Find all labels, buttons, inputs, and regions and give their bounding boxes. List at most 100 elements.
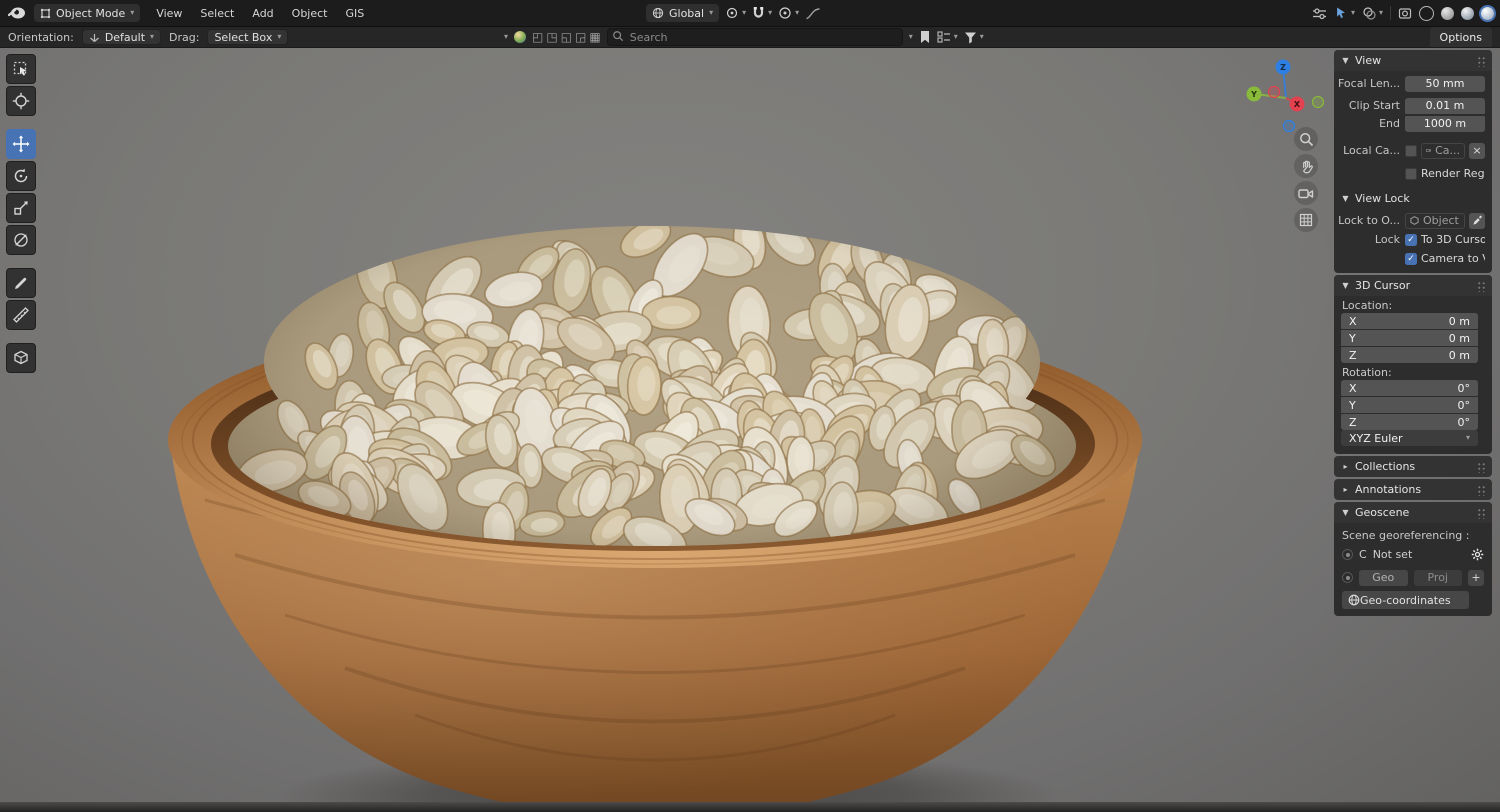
gear-icon[interactable] xyxy=(1471,548,1484,561)
local-camera-checkbox[interactable] xyxy=(1405,144,1417,157)
snap-magnet-toggle[interactable]: ▾ xyxy=(752,6,772,20)
menu-select[interactable]: Select xyxy=(192,4,242,23)
chevron-down-icon: ▾ xyxy=(768,8,773,17)
axis-negz-handle[interactable] xyxy=(1282,119,1296,133)
tool-cursor[interactable] xyxy=(6,86,36,116)
panel-view-lock-header[interactable]: ▼ View Lock xyxy=(1334,188,1492,208)
cursor-rotation-y-field[interactable]: Y 0° xyxy=(1341,397,1478,413)
axis-y-label: Y xyxy=(1250,90,1257,99)
chevron-down-icon: ▾ xyxy=(979,32,984,41)
axis-negy-handle[interactable] xyxy=(1311,95,1325,109)
proj-button[interactable]: Proj xyxy=(1413,569,1462,586)
show-gizmo-toggle[interactable]: ▾ xyxy=(1334,6,1355,20)
clip-end-field[interactable]: 1000 m xyxy=(1405,115,1485,132)
panel-collections-header[interactable]: ▸ Collections xyxy=(1334,456,1492,477)
viewport-mode-icons[interactable]: ◰ ◳ ◱ ◲ ▦ xyxy=(532,30,601,44)
eyedropper-icon[interactable] xyxy=(1469,212,1485,229)
display-options-dropdown[interactable]: ▾ xyxy=(937,31,958,43)
cursor-location-z-field[interactable]: Z 0 m xyxy=(1341,347,1478,363)
drag-handle-icon[interactable] xyxy=(1476,483,1485,496)
list-icon xyxy=(937,31,950,43)
pan-button[interactable] xyxy=(1294,154,1318,178)
proportional-editing-toggle[interactable]: ▾ xyxy=(778,6,799,20)
focal-length-field[interactable]: 50 mm xyxy=(1405,75,1485,92)
radio-icon[interactable] xyxy=(1342,572,1353,583)
local-camera-value: Ca... xyxy=(1435,144,1460,157)
mode-icon[interactable]: ▦ xyxy=(589,30,600,44)
geo-coordinates-button[interactable]: Geo-coordinates xyxy=(1342,591,1469,609)
geo-button[interactable]: Geo xyxy=(1359,569,1408,586)
transform-orientation-dropdown[interactable]: Global ▾ xyxy=(646,4,720,22)
shading-wireframe-button[interactable] xyxy=(1419,5,1434,21)
panel-annotations-header[interactable]: ▸ Annotations xyxy=(1334,479,1492,500)
mode-icon[interactable]: ◰ xyxy=(532,30,543,44)
navigation-gizmo[interactable]: Z Y X xyxy=(1240,56,1332,140)
chevron-down-icon[interactable]: ▾ xyxy=(504,33,508,41)
mode-dropdown[interactable]: Object Mode ▾ xyxy=(34,4,141,22)
drag-handle-icon[interactable] xyxy=(1476,279,1485,292)
camera-to-view-checkbox[interactable]: ✓ xyxy=(1405,252,1417,265)
blender-logo[interactable] xyxy=(8,6,26,20)
filter-dropdown[interactable]: ▾ xyxy=(964,31,984,44)
mode-icon[interactable]: ◲ xyxy=(575,30,586,44)
cursor-rotation-x-field[interactable]: X 0° xyxy=(1341,380,1478,396)
orientation-dropdown[interactable]: Default ▾ xyxy=(81,29,162,45)
drag-handle-icon[interactable] xyxy=(1476,460,1485,473)
cursor-location-x-field[interactable]: X 0 m xyxy=(1341,313,1478,329)
tool-move[interactable] xyxy=(6,129,36,159)
to-3d-cursor-checkbox[interactable]: ✓ xyxy=(1405,233,1417,246)
clear-icon[interactable]: × xyxy=(1469,142,1485,159)
xray-toggle-icon[interactable] xyxy=(1398,7,1412,20)
panel-geoscene-header[interactable]: ▼ Geoscene xyxy=(1334,502,1492,523)
cursor-rotation-z-field[interactable]: Z 0° xyxy=(1341,414,1478,430)
local-camera-object-field[interactable]: Ca... xyxy=(1421,142,1465,159)
menu-object[interactable]: Object xyxy=(284,4,336,23)
bookmark-icon[interactable] xyxy=(919,30,931,44)
panel-view: ▼ View Focal Len... 50 mm Clip Start 0.0… xyxy=(1334,50,1492,273)
mode-icon[interactable]: ◱ xyxy=(561,30,572,44)
3d-viewport[interactable] xyxy=(0,48,1500,812)
tool-add-cube[interactable] xyxy=(6,343,36,373)
zoom-button[interactable] xyxy=(1294,127,1318,151)
lock-to-object-field[interactable]: Object xyxy=(1405,212,1465,229)
camera-mini-icon xyxy=(1426,148,1431,153)
drag-handle-icon[interactable] xyxy=(1476,506,1485,519)
tool-settings-icon[interactable] xyxy=(1312,7,1327,20)
clip-start-field[interactable]: 0.01 m xyxy=(1405,97,1485,114)
rotation-mode-dropdown[interactable]: XYZ Euler ▾ xyxy=(1341,430,1478,446)
tool-measure[interactable] xyxy=(6,300,36,330)
drag-dropdown[interactable]: Select Box ▾ xyxy=(207,29,289,45)
search-input[interactable] xyxy=(606,28,903,46)
tool-annotate[interactable] xyxy=(6,268,36,298)
render-region-checkbox[interactable] xyxy=(1405,167,1417,180)
panel-view-header[interactable]: ▼ View xyxy=(1334,50,1492,71)
pivot-point-dropdown[interactable]: ▾ xyxy=(725,6,746,20)
show-overlays-toggle[interactable]: ▾ xyxy=(1362,6,1383,20)
shading-material-button[interactable] xyxy=(1461,6,1474,20)
add-crs-button[interactable]: + xyxy=(1468,569,1484,586)
options-tab[interactable]: Options xyxy=(1429,27,1492,47)
menu-view[interactable]: View xyxy=(148,4,190,23)
tool-transform[interactable] xyxy=(6,225,36,255)
tool-rotate[interactable] xyxy=(6,161,36,191)
shading-solid-button[interactable] xyxy=(1441,6,1454,20)
camera-view-button[interactable] xyxy=(1294,181,1318,205)
tool-scale[interactable] xyxy=(6,193,36,223)
cursor-location-y-field[interactable]: Y 0 m xyxy=(1341,330,1478,346)
tool-select-box[interactable] xyxy=(6,54,36,84)
chevron-down-icon: ▾ xyxy=(953,32,958,41)
mode-icon[interactable]: ◳ xyxy=(546,30,557,44)
chevron-down-icon[interactable]: ▾ xyxy=(909,33,913,41)
material-preview-ball-icon[interactable] xyxy=(514,31,527,43)
shading-rendered-button[interactable] xyxy=(1481,6,1494,20)
axis-letter: Z xyxy=(1349,415,1357,429)
panel-3d-cursor-header[interactable]: ▼ 3D Cursor xyxy=(1334,275,1492,296)
toggle-grid-button[interactable] xyxy=(1294,208,1318,232)
to-3d-cursor-label: To 3D Cursor xyxy=(1421,233,1485,246)
menu-gis[interactable]: GIS xyxy=(337,4,372,23)
rotation-mode-value: XYZ Euler xyxy=(1349,431,1403,445)
menu-add[interactable]: Add xyxy=(244,4,281,23)
axis-negx-handle[interactable] xyxy=(1267,85,1281,99)
radio-icon[interactable] xyxy=(1342,549,1353,560)
drag-handle-icon[interactable] xyxy=(1476,54,1485,67)
